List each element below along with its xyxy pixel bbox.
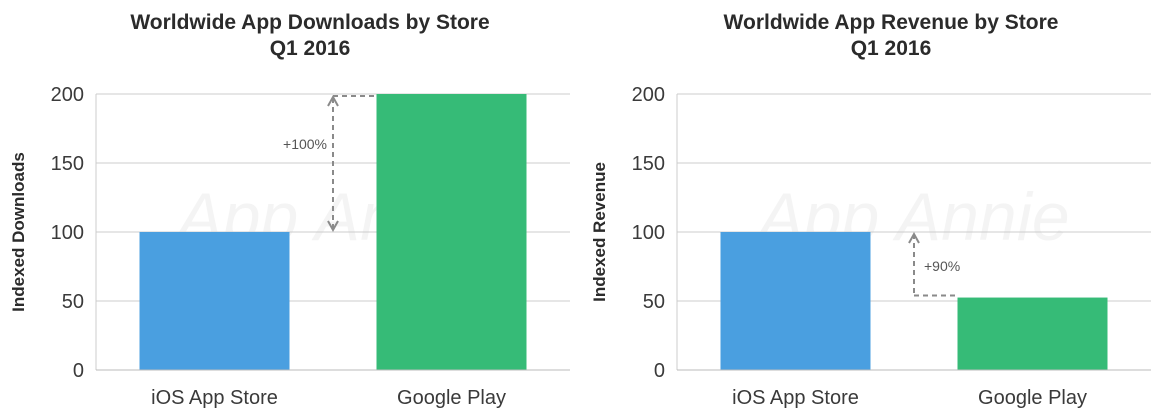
- downloads-bar-chart: App Annie050100150200Indexed DownloadsiO…: [9, 84, 570, 408]
- y-tick-label: 100: [51, 222, 84, 244]
- x-tick-label: Google Play: [397, 387, 506, 408]
- x-tick-label: Google Play: [978, 387, 1087, 408]
- revenue-bar-chart: App Annie050100150200Indexed RevenueiOS …: [590, 84, 1151, 408]
- y-tick-label: 100: [632, 222, 665, 244]
- bar-google-play: [376, 94, 527, 370]
- y-tick-label: 200: [51, 84, 84, 106]
- y-axis-label: Indexed Downloads: [9, 152, 28, 312]
- annotation-label: +100%: [283, 136, 327, 152]
- y-tick-label: 200: [632, 84, 665, 106]
- y-tick-label: 50: [643, 291, 665, 313]
- downloads-chart-panel: Worldwide App Downloads by Store Q1 2016…: [0, 0, 580, 408]
- x-tick-label: iOS App Store: [732, 387, 859, 408]
- y-axis-label: Indexed Revenue: [590, 162, 609, 302]
- bar-ios-app-store: [720, 232, 871, 370]
- bar-google-play: [957, 297, 1108, 370]
- y-tick-label: 150: [632, 153, 665, 175]
- y-tick-label: 0: [654, 360, 665, 382]
- x-tick-label: iOS App Store: [151, 387, 278, 408]
- revenue-chart-panel: Worldwide App Revenue by Store Q1 2016 A…: [581, 0, 1161, 408]
- y-tick-label: 50: [62, 291, 84, 313]
- y-tick-label: 0: [73, 360, 84, 382]
- bar-ios-app-store: [139, 232, 290, 370]
- annotation-label: +90%: [924, 258, 960, 274]
- y-tick-label: 150: [51, 153, 84, 175]
